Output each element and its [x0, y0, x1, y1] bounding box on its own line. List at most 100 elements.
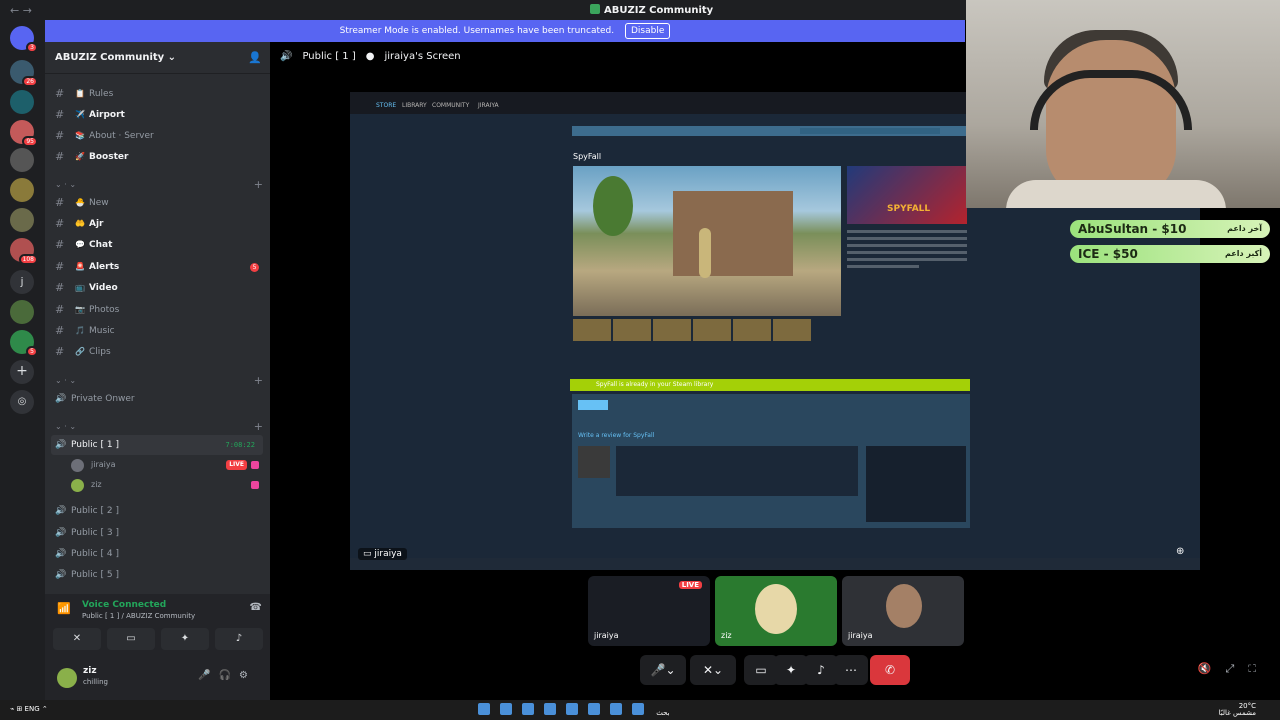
signal-icon[interactable]: 📶: [57, 602, 71, 615]
participant-tile[interactable]: jiraiya: [842, 576, 964, 646]
channel-clips[interactable]: # 🔗 Clips: [51, 342, 263, 362]
activities-button[interactable]: ✦: [774, 655, 808, 685]
channel-emoji: 📚: [75, 131, 85, 140]
weather-widget[interactable]: 20°C مشمس غالبًا: [1219, 703, 1256, 717]
zoom-icon[interactable]: ⊕: [1176, 546, 1184, 557]
add-server-icon[interactable]: +: [10, 360, 34, 384]
nav-arrows[interactable]: ← →: [10, 4, 32, 17]
tray-left[interactable]: ⌁ ⊞ ENG ⌃: [10, 705, 48, 713]
camera-off-button[interactable]: ✕: [53, 628, 101, 650]
hash-icon: #: [55, 345, 65, 358]
app-icon[interactable]: [632, 703, 644, 715]
channel-airport[interactable]: # ✈️ Airport: [51, 105, 263, 125]
app-icon[interactable]: [544, 703, 556, 715]
sharer-label: ▭ jiraiya: [358, 548, 407, 560]
user-controls[interactable]: 🎤🎧⚙: [198, 670, 256, 681]
guild-header[interactable]: ABUZIZ Community ⌄ 👤: [45, 42, 270, 74]
channel-rules[interactable]: # 📋 Rules: [51, 84, 263, 104]
voice-channel-public-2[interactable]: 🔊 Public [ 2 ]: [51, 501, 263, 521]
activities-button[interactable]: ✦: [161, 628, 209, 650]
server-icon[interactable]: 95: [10, 120, 38, 147]
more-button[interactable]: ⋯: [834, 655, 868, 685]
server-icon[interactable]: 26: [10, 60, 38, 87]
channel-label: Ajr: [89, 219, 104, 229]
user-name[interactable]: ziz: [83, 666, 97, 676]
participant-tile[interactable]: ziz: [715, 576, 837, 646]
voice-panel: 📶 Voice Connected Public [ 1 ] / ABUZIZ …: [45, 594, 270, 700]
voice-channel-public-3[interactable]: 🔊 Public [ 3 ]: [51, 523, 263, 543]
banner-text: Streamer Mode is enabled. Usernames have…: [339, 26, 615, 36]
camera-button[interactable]: ✕⌄: [690, 655, 736, 685]
voice-channel-public-1[interactable]: 🔊 Public [ 1 ] 7:08:22: [51, 435, 263, 455]
app-icon[interactable]: [588, 703, 600, 715]
add-channel-icon[interactable]: +: [254, 178, 263, 191]
category-header[interactable]: ⌄ · ⌄ +: [55, 374, 263, 387]
share-screen-button[interactable]: ▭: [744, 655, 778, 685]
discord-home-icon[interactable]: 3: [10, 26, 38, 53]
channel-emoji: 📋: [75, 89, 85, 98]
invite-icon[interactable]: 👤: [248, 51, 262, 64]
voice-channel-public-5[interactable]: 🔊 Public [ 5 ]: [51, 565, 263, 585]
channel-booster[interactable]: # 🚀 Booster: [51, 147, 263, 167]
server-icon[interactable]: [10, 178, 34, 202]
server-icon[interactable]: [10, 208, 34, 232]
discord-app: ← → ABUZIZ Community Streamer Mode is en…: [0, 0, 1280, 700]
mic-button[interactable]: 🎤⌄: [640, 655, 686, 685]
voice-member[interactable]: jiraiya LIVE: [71, 456, 261, 474]
channel-new[interactable]: # 🐣 New: [51, 193, 263, 213]
app-icon[interactable]: [566, 703, 578, 715]
avatar: [578, 446, 610, 478]
speaker-icon: 🔊: [55, 506, 67, 516]
add-channel-icon[interactable]: +: [254, 374, 263, 387]
share-screen-button[interactable]: ▭: [107, 628, 155, 650]
server-icon[interactable]: [10, 300, 34, 324]
voice-timer: 7:08:22: [225, 441, 255, 449]
avatar[interactable]: [57, 668, 77, 688]
channel-music[interactable]: # 🎵 Music: [51, 321, 263, 341]
channel-emoji: 📷: [75, 305, 85, 314]
voice-member[interactable]: ziz: [71, 476, 261, 494]
app-icon[interactable]: [478, 703, 490, 715]
voice-channel-public-4[interactable]: 🔊 Public [ 4 ]: [51, 544, 263, 564]
discover-icon[interactable]: ◎: [10, 390, 34, 414]
server-icon[interactable]: 108: [10, 238, 38, 265]
review-heading: Write a review for SpyFall: [578, 432, 655, 439]
channel-video[interactable]: # 📺 Video: [51, 278, 263, 298]
server-icon[interactable]: [10, 148, 34, 172]
breadcrumb: 🔊 Public [ 1 ] ● jiraiya's Screen: [280, 51, 461, 62]
taskbar-search[interactable]: بحث: [656, 709, 669, 717]
server-icon-j[interactable]: j: [10, 270, 34, 294]
channel-alerts[interactable]: # 🚨 Alerts 5: [51, 257, 263, 277]
app-icon[interactable]: [522, 703, 534, 715]
soundboard-button[interactable]: ♪: [804, 655, 838, 685]
disable-streamer-button[interactable]: Disable: [624, 23, 671, 39]
participant-tile[interactable]: LIVE jiraiya: [588, 576, 710, 646]
hash-icon: #: [55, 303, 65, 316]
add-channel-icon[interactable]: +: [254, 420, 263, 433]
activity-icon: [251, 461, 259, 469]
voice-connected-subtitle[interactable]: Public [ 1 ] / ABUZIZ Community: [82, 612, 195, 620]
app-icon[interactable]: [610, 703, 622, 715]
app-icon[interactable]: [500, 703, 512, 715]
mention-badge: 5: [250, 263, 259, 272]
channel-photos[interactable]: # 📷 Photos: [51, 300, 263, 320]
channel-chat[interactable]: # 💬 Chat: [51, 235, 263, 255]
disconnect-icon[interactable]: ☎: [250, 602, 262, 613]
channel-emoji: 🔗: [75, 347, 85, 356]
channel-about-server[interactable]: # 📚 About · Server: [51, 126, 263, 146]
steam-store-nav: [572, 126, 970, 136]
leave-call-button[interactable]: ✆: [870, 655, 910, 685]
voice-connected-title[interactable]: Voice Connected: [82, 600, 166, 610]
soundboard-button[interactable]: ♪: [215, 628, 263, 650]
channel-ajr[interactable]: # 🤲 Ajr: [51, 214, 263, 234]
channel-private-onwer[interactable]: 🔊 Private Onwer: [51, 389, 263, 409]
channel-label: Music: [89, 326, 115, 336]
server-icon[interactable]: 5: [10, 330, 38, 357]
channel-label: Alerts: [89, 262, 120, 272]
stage-right-controls[interactable]: 🔇⤢⛶: [1198, 662, 1270, 676]
category-header[interactable]: ⌄ · ⌄ +: [55, 178, 263, 191]
call-controls: 🎤⌄ ✕⌄ ▭ ✦ ♪ ⋯ ✆: [640, 655, 910, 685]
server-icon[interactable]: [10, 90, 34, 114]
category-header[interactable]: ⌄ · ⌄ +: [55, 420, 263, 433]
avatar: [886, 584, 922, 628]
